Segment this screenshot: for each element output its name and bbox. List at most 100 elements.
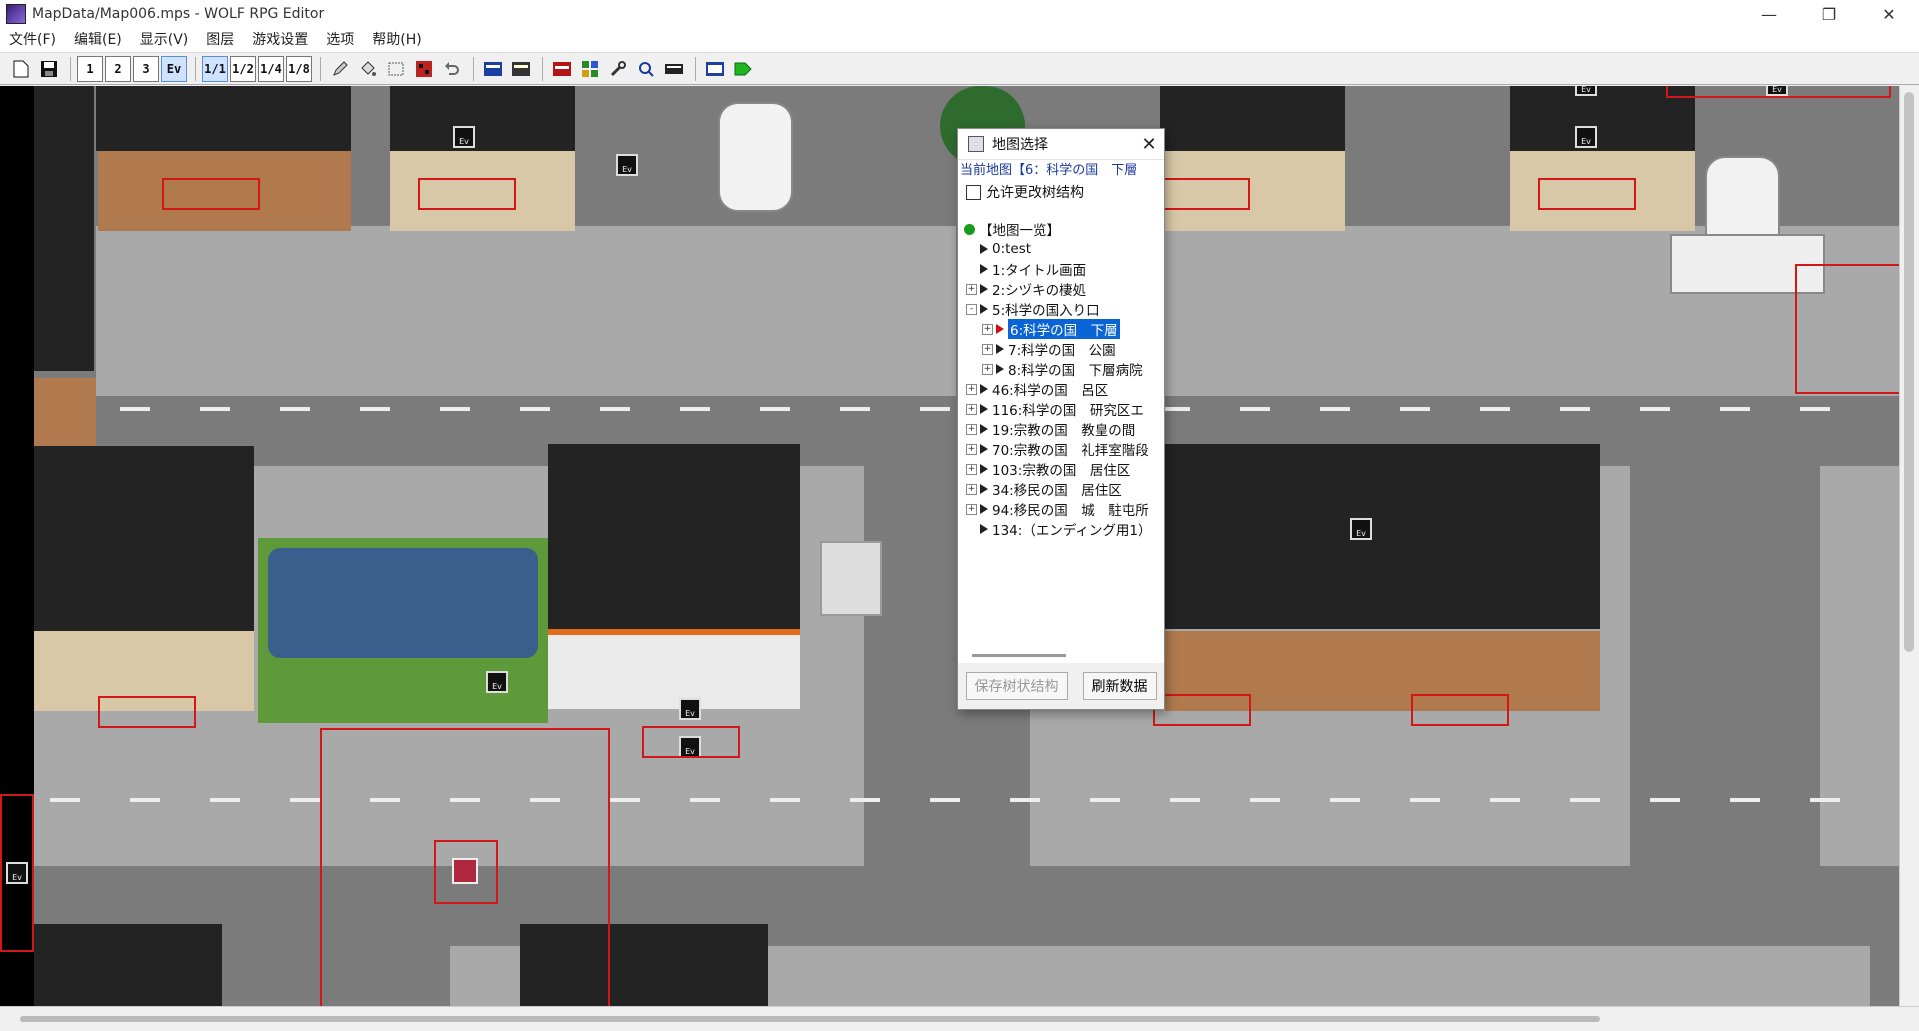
tree-node[interactable]: 1:タイトル画面 bbox=[960, 259, 1162, 279]
selected-event-tile[interactable] bbox=[452, 858, 478, 884]
menu-file[interactable]: 文件(F) bbox=[0, 28, 65, 52]
expand-icon[interactable]: + bbox=[966, 283, 977, 295]
event-search-icon[interactable] bbox=[633, 56, 659, 82]
event-marker[interactable]: Ev bbox=[453, 126, 475, 148]
tree-scroll-thumb[interactable] bbox=[972, 654, 1066, 657]
vertical-scrollbar[interactable] bbox=[1899, 86, 1919, 1006]
menu-edit[interactable]: 编辑(E) bbox=[65, 28, 131, 52]
horizontal-scrollbar[interactable] bbox=[0, 1006, 1919, 1031]
toolbar-separator bbox=[195, 56, 196, 81]
user-db-icon[interactable] bbox=[480, 56, 506, 82]
fill-icon[interactable] bbox=[355, 56, 381, 82]
white-car bbox=[718, 102, 793, 212]
rectangle-tool-icon[interactable] bbox=[383, 56, 409, 82]
tree-node[interactable]: +116:科学の国 研究区エ bbox=[960, 399, 1162, 419]
event-marker[interactable]: Ev bbox=[1575, 86, 1597, 96]
collapse-icon[interactable]: - bbox=[966, 303, 977, 315]
sidewalk bbox=[1820, 466, 1900, 866]
map-icon[interactable] bbox=[661, 56, 687, 82]
layer-1-button[interactable]: 1 bbox=[77, 55, 103, 82]
expand-icon[interactable]: + bbox=[966, 503, 977, 515]
tree-node[interactable]: +70:宗教の国 礼拝室階段 bbox=[960, 439, 1162, 459]
restore-button[interactable]: ❐ bbox=[1799, 0, 1859, 28]
menu-layer[interactable]: 图层 bbox=[197, 28, 243, 52]
map-triangle-icon bbox=[980, 264, 988, 274]
toolbar-separator bbox=[695, 56, 696, 81]
toolbar: 1 2 3 Ev 1/1 1/2 1/4 1/8 bbox=[0, 53, 1919, 85]
tree-node[interactable]: - 5:科学の国入り口 bbox=[960, 299, 1162, 319]
tree-node[interactable]: +8:科学の国 下層病院 bbox=[960, 359, 1162, 379]
menu-game-settings[interactable]: 游戏设置 bbox=[243, 28, 317, 52]
map-triangle-icon bbox=[980, 244, 988, 254]
allow-change-tree-checkbox[interactable]: 允许更改树结构 bbox=[958, 182, 1164, 202]
zoom-1-4-button[interactable]: 1/4 bbox=[258, 55, 284, 82]
event-layer-button[interactable]: Ev bbox=[161, 55, 187, 82]
checkbox-label: 允许更改树结构 bbox=[986, 185, 1084, 201]
expand-icon[interactable]: + bbox=[966, 463, 977, 475]
expand-icon[interactable]: + bbox=[966, 403, 977, 415]
tree-node[interactable]: +46:科学の国 呂区 bbox=[960, 379, 1162, 399]
expand-icon[interactable]: + bbox=[982, 343, 993, 355]
building-roof bbox=[34, 924, 222, 1006]
map-triangle-icon bbox=[980, 444, 988, 454]
tile-picker-icon[interactable] bbox=[411, 56, 437, 82]
system-db-icon[interactable] bbox=[549, 56, 575, 82]
zoom-1-1-button[interactable]: 1/1 bbox=[202, 55, 228, 82]
tree-node[interactable]: +2:シヅキの棲処 bbox=[960, 279, 1162, 299]
close-button[interactable]: ✕ bbox=[1859, 0, 1919, 28]
map-canvas[interactable]: Ev Ev Ev Ev Ev Ev Ev Ev Ev Ev bbox=[0, 86, 1900, 1006]
layer-2-button[interactable]: 2 bbox=[105, 55, 131, 82]
new-file-icon[interactable] bbox=[8, 56, 34, 82]
common-event-icon[interactable] bbox=[577, 56, 603, 82]
minimize-button[interactable]: — bbox=[1739, 0, 1799, 28]
wrench-icon[interactable] bbox=[605, 56, 631, 82]
event-marker[interactable]: Ev bbox=[486, 671, 508, 693]
tree-node[interactable]: +94:移民の国 城 駐屯所 bbox=[960, 499, 1162, 519]
tree-node[interactable]: +7:科学の国 公園 bbox=[960, 339, 1162, 359]
building-roof bbox=[34, 446, 254, 631]
store-sign bbox=[820, 541, 882, 616]
save-icon[interactable] bbox=[36, 56, 62, 82]
layer-3-button[interactable]: 3 bbox=[133, 55, 159, 82]
expand-icon[interactable]: + bbox=[982, 323, 993, 335]
save-tree-button[interactable]: 保存树状结构 bbox=[965, 672, 1068, 700]
refresh-data-button[interactable]: 刷新数据 bbox=[1082, 672, 1157, 700]
event-marker[interactable]: Ev bbox=[1350, 518, 1372, 540]
expand-icon[interactable]: + bbox=[982, 363, 993, 375]
zoom-1-8-button[interactable]: 1/8 bbox=[286, 55, 312, 82]
event-marker[interactable]: Ev bbox=[616, 154, 638, 176]
road-marking bbox=[50, 798, 1880, 802]
map-tree[interactable]: 【地图一览】 0:test 1:タイトル画面 +2:シヅキの棲処 -5:科学の国入り口 +… bbox=[960, 219, 1162, 639]
expand-icon[interactable]: + bbox=[966, 483, 977, 495]
tree-node[interactable]: +19:宗教の国 教皇の間 bbox=[960, 419, 1162, 439]
tree-node[interactable]: 【地图一览】 bbox=[960, 219, 1162, 239]
menu-options[interactable]: 选项 bbox=[317, 28, 363, 52]
dialog-close-button[interactable]: ✕ bbox=[1134, 134, 1164, 155]
vertical-scroll-thumb[interactable] bbox=[1904, 92, 1914, 652]
horizontal-scroll-thumb[interactable] bbox=[20, 1016, 1600, 1022]
tree-node[interactable]: +6:科学の国 下層 bbox=[960, 319, 1162, 339]
brick-wall bbox=[34, 378, 96, 446]
changeable-db-icon[interactable] bbox=[508, 56, 534, 82]
menu-view[interactable]: 显示(V) bbox=[131, 28, 198, 52]
tree-node[interactable]: 134:（エンディング用1） bbox=[960, 519, 1162, 539]
window-controls: — ❐ ✕ bbox=[1739, 0, 1919, 28]
zoom-1-2-button[interactable]: 1/2 bbox=[230, 55, 256, 82]
game-settings-icon[interactable] bbox=[702, 56, 728, 82]
test-play-icon[interactable] bbox=[730, 56, 756, 82]
toolbar-separator bbox=[320, 56, 321, 81]
tree-node-label: 6:科学の国 下層 bbox=[1008, 319, 1120, 339]
tree-node[interactable]: +34:移民の国 居住区 bbox=[960, 479, 1162, 499]
tree-node[interactable]: 0:test bbox=[960, 239, 1162, 259]
expand-icon[interactable]: + bbox=[966, 443, 977, 455]
checkbox-box[interactable] bbox=[966, 184, 981, 200]
event-marker[interactable]: Ev bbox=[1575, 126, 1597, 148]
pencil-icon[interactable] bbox=[327, 56, 353, 82]
tree-horizontal-scrollbar[interactable] bbox=[962, 649, 1160, 661]
expand-icon[interactable]: + bbox=[966, 423, 977, 435]
tree-node[interactable]: +103:宗教の国 居住区 bbox=[960, 459, 1162, 479]
expand-icon[interactable]: + bbox=[966, 383, 977, 395]
undo-icon[interactable] bbox=[439, 56, 465, 82]
event-marker[interactable]: Ev bbox=[679, 698, 701, 720]
menu-help[interactable]: 帮助(H) bbox=[363, 28, 430, 52]
